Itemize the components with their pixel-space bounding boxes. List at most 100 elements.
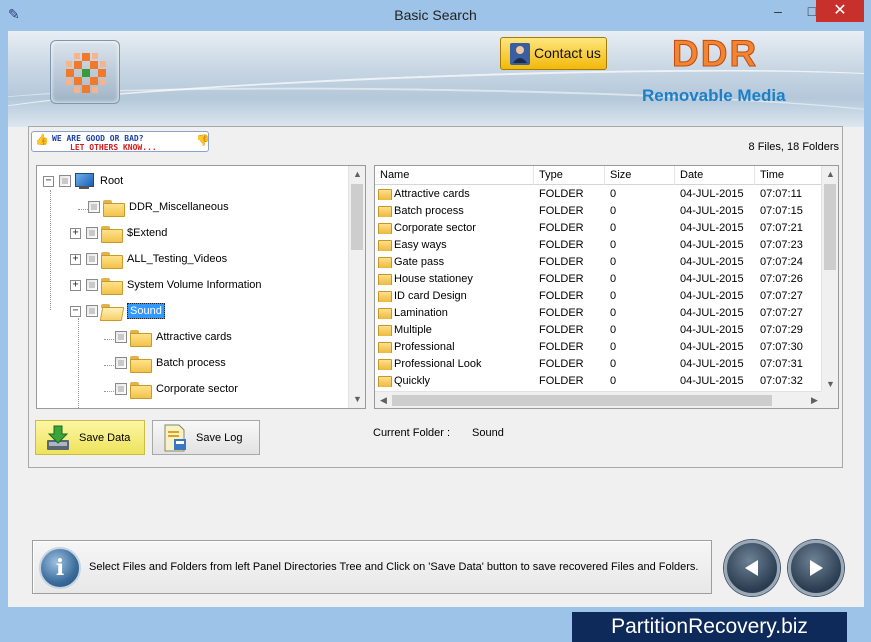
cell-size: 0 [610, 221, 617, 234]
save-log-button[interactable]: Save Log [152, 420, 260, 455]
expand-icon[interactable]: + [70, 227, 81, 239]
tree-item-label: ALL_Testing_Videos [127, 253, 228, 265]
cell-type: FOLDER [539, 357, 584, 370]
cell-date: 04-JUL-2015 [680, 323, 744, 336]
scrollbar-thumb[interactable] [824, 184, 836, 270]
tree-item-corporate-sector[interactable]: Corporate sector [115, 378, 238, 400]
column-header-type[interactable]: Type [534, 166, 605, 185]
cell-date: 04-JUL-2015 [680, 238, 744, 251]
folder-icon [103, 199, 125, 217]
cell-type: FOLDER [539, 187, 584, 200]
folder-icon [378, 375, 392, 387]
file-list[interactable]: Name Type Size Date Time Attractive card… [374, 165, 839, 409]
next-button[interactable] [788, 540, 844, 596]
tree-item-extend[interactable]: + $Extend [70, 222, 167, 244]
close-button[interactable]: ✕ [816, 0, 864, 22]
feedback-line2: LET OTHERS KNOW... [70, 143, 157, 152]
scroll-left-icon[interactable]: ◀ [375, 392, 392, 408]
cell-name-text: Professional [394, 340, 455, 353]
app-logo [50, 40, 120, 104]
collapse-icon[interactable]: − [70, 305, 81, 317]
column-header-date[interactable]: Date [675, 166, 755, 185]
list-header: Name Type Size Date Time [375, 166, 823, 185]
list-row[interactable]: Professional FOLDER 0 04-JUL-2015 07:07:30 [375, 338, 823, 355]
tree-item-label-selected: Sound [127, 303, 165, 319]
cell-size: 0 [610, 374, 617, 387]
cell-name: Corporate sector [375, 222, 534, 234]
list-row[interactable]: Lamination FOLDER 0 04-JUL-2015 07:07:27 [375, 304, 823, 321]
cell-name: Quickly [375, 375, 534, 387]
list-row[interactable]: Quickly FOLDER 0 04-JUL-2015 07:07:32 [375, 372, 823, 389]
computer-icon [74, 172, 94, 190]
list-row[interactable]: Easy ways FOLDER 0 04-JUL-2015 07:07:23 [375, 236, 823, 253]
tree-item-sound[interactable]: − Sound [70, 300, 165, 322]
list-row[interactable]: Gate pass FOLDER 0 04-JUL-2015 07:07:24 [375, 253, 823, 270]
scroll-up-icon[interactable]: ▲ [822, 166, 838, 183]
column-header-time[interactable]: Time [755, 166, 823, 185]
list-row[interactable]: Multiple FOLDER 0 04-JUL-2015 07:07:29 [375, 321, 823, 338]
tree-checkbox[interactable] [86, 279, 98, 291]
tree-item-label: System Volume Information [127, 279, 262, 291]
tree-item-system-volume-information[interactable]: + System Volume Information [70, 274, 262, 296]
list-row[interactable]: House stationey FOLDER 0 04-JUL-2015 07:07:2… [375, 270, 823, 287]
contact-us-button[interactable]: Contact us [500, 37, 607, 70]
column-header-size[interactable]: Size [605, 166, 675, 185]
tree-scrollbar[interactable]: ▲ ▼ [348, 166, 365, 408]
support-person-icon [510, 43, 530, 65]
list-row[interactable]: Corporate sector FOLDER 0 04-JUL-2015 07:07:… [375, 219, 823, 236]
feedback-banner[interactable]: 👍 WE ARE GOOD OR BAD? LET OTHERS KNOW...… [31, 131, 210, 152]
feedback-line1: WE ARE GOOD OR BAD? [52, 134, 144, 143]
scrollbar-corner [821, 391, 838, 408]
column-header-name[interactable]: Name [375, 166, 534, 185]
scroll-up-icon[interactable]: ▲ [349, 166, 365, 183]
cell-size: 0 [610, 204, 617, 217]
back-button[interactable] [724, 540, 780, 596]
folder-icon [378, 290, 392, 302]
folder-icon [130, 329, 152, 347]
list-row[interactable]: Professional Look FOLDER 0 04-JUL-2015 07:07… [375, 355, 823, 372]
list-vertical-scrollbar[interactable]: ▲ ▼ [821, 166, 838, 393]
cell-date: 04-JUL-2015 [680, 255, 744, 268]
tree-item-batch-process[interactable]: Batch process [115, 352, 226, 374]
scroll-down-icon[interactable]: ▼ [349, 391, 365, 408]
folder-icon [378, 239, 392, 251]
tree-item-attractive-cards[interactable]: Attractive cards [115, 326, 232, 348]
cell-time: 07:07:31 [760, 357, 803, 370]
tree-checkbox[interactable] [86, 253, 98, 265]
cell-date: 04-JUL-2015 [680, 357, 744, 370]
tree-checkbox[interactable] [59, 175, 71, 187]
tree-item-label: $Extend [127, 227, 168, 239]
list-row[interactable]: ID card Design FOLDER 0 04-JUL-2015 07:07:27 [375, 287, 823, 304]
expand-icon[interactable]: + [70, 253, 81, 265]
folder-icon [378, 273, 392, 285]
tree-checkbox[interactable] [115, 383, 127, 395]
tree-item-root[interactable]: − Root [43, 170, 123, 192]
list-row[interactable]: Attractive cards FOLDER 0 04-JUL-2015 07:07:… [375, 185, 823, 202]
info-icon: i [39, 547, 81, 589]
collapse-icon[interactable]: − [43, 175, 54, 187]
directory-tree[interactable]: − Root DDR_Miscellaneous + $Extend + ALL… [36, 165, 366, 409]
tree-checkbox[interactable] [115, 357, 127, 369]
folder-icon [378, 358, 392, 370]
tree-checkbox[interactable] [86, 227, 98, 239]
cell-name: Attractive cards [375, 188, 534, 200]
expand-icon[interactable]: + [70, 279, 81, 291]
tree-checkbox[interactable] [115, 331, 127, 343]
tree-item-ddr-miscellaneous[interactable]: DDR_Miscellaneous [88, 196, 229, 218]
cell-name-text: Batch process [394, 204, 464, 217]
cell-name-text: Professional Look [394, 357, 482, 370]
list-row[interactable]: Batch process FOLDER 0 04-JUL-2015 07:07:15 [375, 202, 823, 219]
status-text: Select Files and Folders from left Panel… [89, 561, 699, 573]
list-horizontal-scrollbar[interactable]: ◀ ▶ [375, 391, 823, 408]
scrollbar-thumb[interactable] [392, 395, 772, 406]
tree-checkbox[interactable] [86, 305, 98, 317]
cell-name: House stationey [375, 273, 534, 285]
save-data-button[interactable]: Save Data [35, 420, 145, 455]
cell-name-text: Attractive cards [394, 187, 470, 200]
tree-item-all-testing-videos[interactable]: + ALL_Testing_Videos [70, 248, 227, 270]
cell-name-text: Gate pass [394, 255, 445, 268]
scrollbar-thumb[interactable] [351, 184, 363, 250]
cell-time: 07:07:26 [760, 272, 803, 285]
app-client-area: Contact us DDR Removable Media 👍 WE ARE … [8, 31, 864, 607]
tree-checkbox[interactable] [88, 201, 100, 213]
